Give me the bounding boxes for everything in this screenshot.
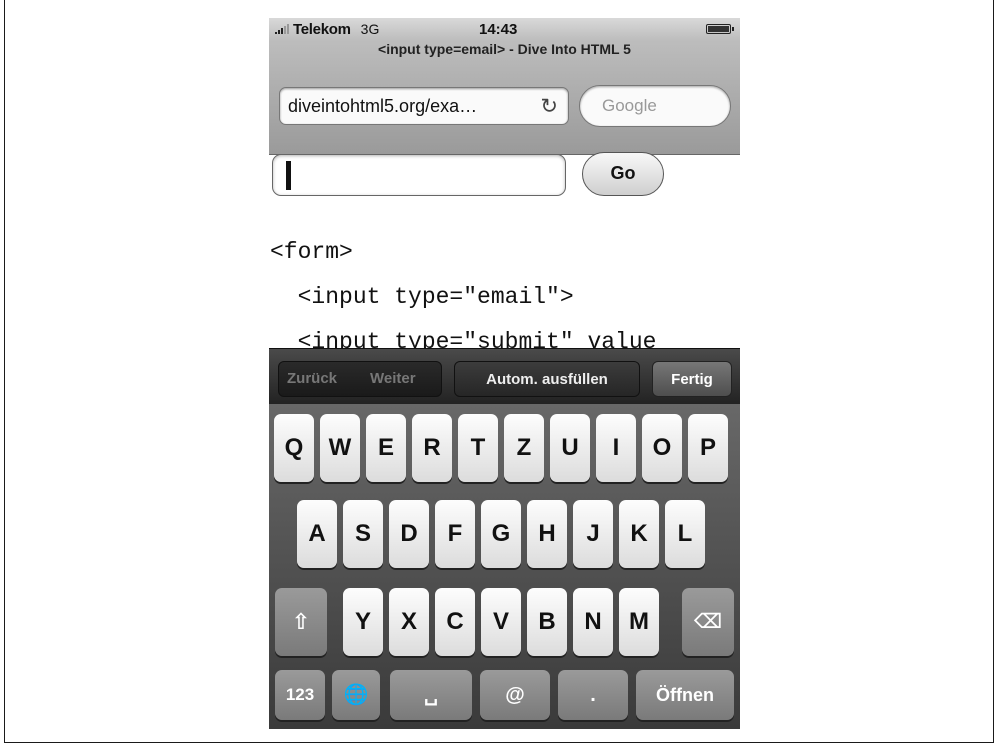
backspace-icon[interactable]: ⌫ (682, 588, 734, 656)
carrier-name: Telekom (293, 20, 351, 38)
key[interactable]: T (458, 414, 498, 482)
browser-navbar: <input type=email> - Dive Into HTML 5 di… (269, 40, 740, 155)
globe-icon[interactable]: 🌐 (332, 670, 380, 720)
key[interactable]: R (412, 414, 452, 482)
key[interactable]: C (435, 588, 475, 656)
address-bar[interactable]: diveintohtml5.org/exa… ↻ (279, 87, 569, 125)
key[interactable]: V (481, 588, 521, 656)
text-cursor (286, 161, 291, 190)
key[interactable]: J (573, 500, 613, 568)
key[interactable]: N (573, 588, 613, 656)
shift-icon[interactable]: ⇧ (275, 588, 327, 656)
status-bar: Telekom 3G 14:43 (269, 18, 740, 40)
key[interactable]: X (389, 588, 429, 656)
key[interactable]: G (481, 500, 521, 568)
return-key[interactable]: Öffnen (636, 670, 734, 720)
key[interactable]: B (527, 588, 567, 656)
key[interactable]: A (297, 500, 337, 568)
key[interactable]: P (688, 414, 728, 482)
space-icon[interactable]: ␣ (390, 670, 472, 720)
signal-icon (275, 24, 289, 34)
status-time: 14:43 (479, 21, 518, 38)
go-button[interactable]: Go (582, 152, 664, 196)
numbers-key[interactable]: 123 (275, 670, 325, 720)
code-line: <input type="email"> (270, 284, 574, 310)
key[interactable]: W (320, 414, 360, 482)
key[interactable]: E (366, 414, 406, 482)
next-button[interactable]: Weiter (370, 361, 416, 397)
search-input[interactable]: Google (579, 85, 731, 127)
autofill-button[interactable]: Autom. ausfüllen (454, 361, 640, 397)
key[interactable]: Y (343, 588, 383, 656)
key[interactable]: S (343, 500, 383, 568)
done-button[interactable]: Fertig (652, 361, 732, 397)
key[interactable]: M (619, 588, 659, 656)
key[interactable]: Z (504, 414, 544, 482)
phone-screen: Telekom 3G 14:43 <input type=email> - Di… (269, 18, 740, 729)
search-placeholder: Google (602, 96, 657, 115)
key[interactable]: L (665, 500, 705, 568)
battery-icon (706, 24, 734, 34)
network-type: 3G (360, 21, 380, 37)
key[interactable]: O (642, 414, 682, 482)
at-key[interactable]: @ (480, 670, 550, 720)
page-title: <input type=email> - Dive Into HTML 5 (378, 41, 631, 57)
reload-icon[interactable]: ↻ (540, 94, 558, 119)
url-text: diveintohtml5.org/exa… (288, 96, 478, 116)
form-assistant-toolbar: Zurück Weiter Autom. ausfüllen Fertig (269, 348, 740, 405)
key[interactable]: D (389, 500, 429, 568)
key[interactable]: U (550, 414, 590, 482)
key[interactable]: I (596, 414, 636, 482)
key[interactable]: H (527, 500, 567, 568)
keyboard: Q W E R T Z U I O P A S D F G H J K L ⇧ … (269, 404, 740, 729)
code-line: <form> (270, 239, 353, 265)
key[interactable]: Q (274, 414, 314, 482)
dot-key[interactable]: . (558, 670, 628, 720)
email-input[interactable] (272, 154, 566, 196)
key[interactable]: K (619, 500, 659, 568)
key[interactable]: F (435, 500, 475, 568)
previous-button[interactable]: Zurück (287, 361, 337, 397)
